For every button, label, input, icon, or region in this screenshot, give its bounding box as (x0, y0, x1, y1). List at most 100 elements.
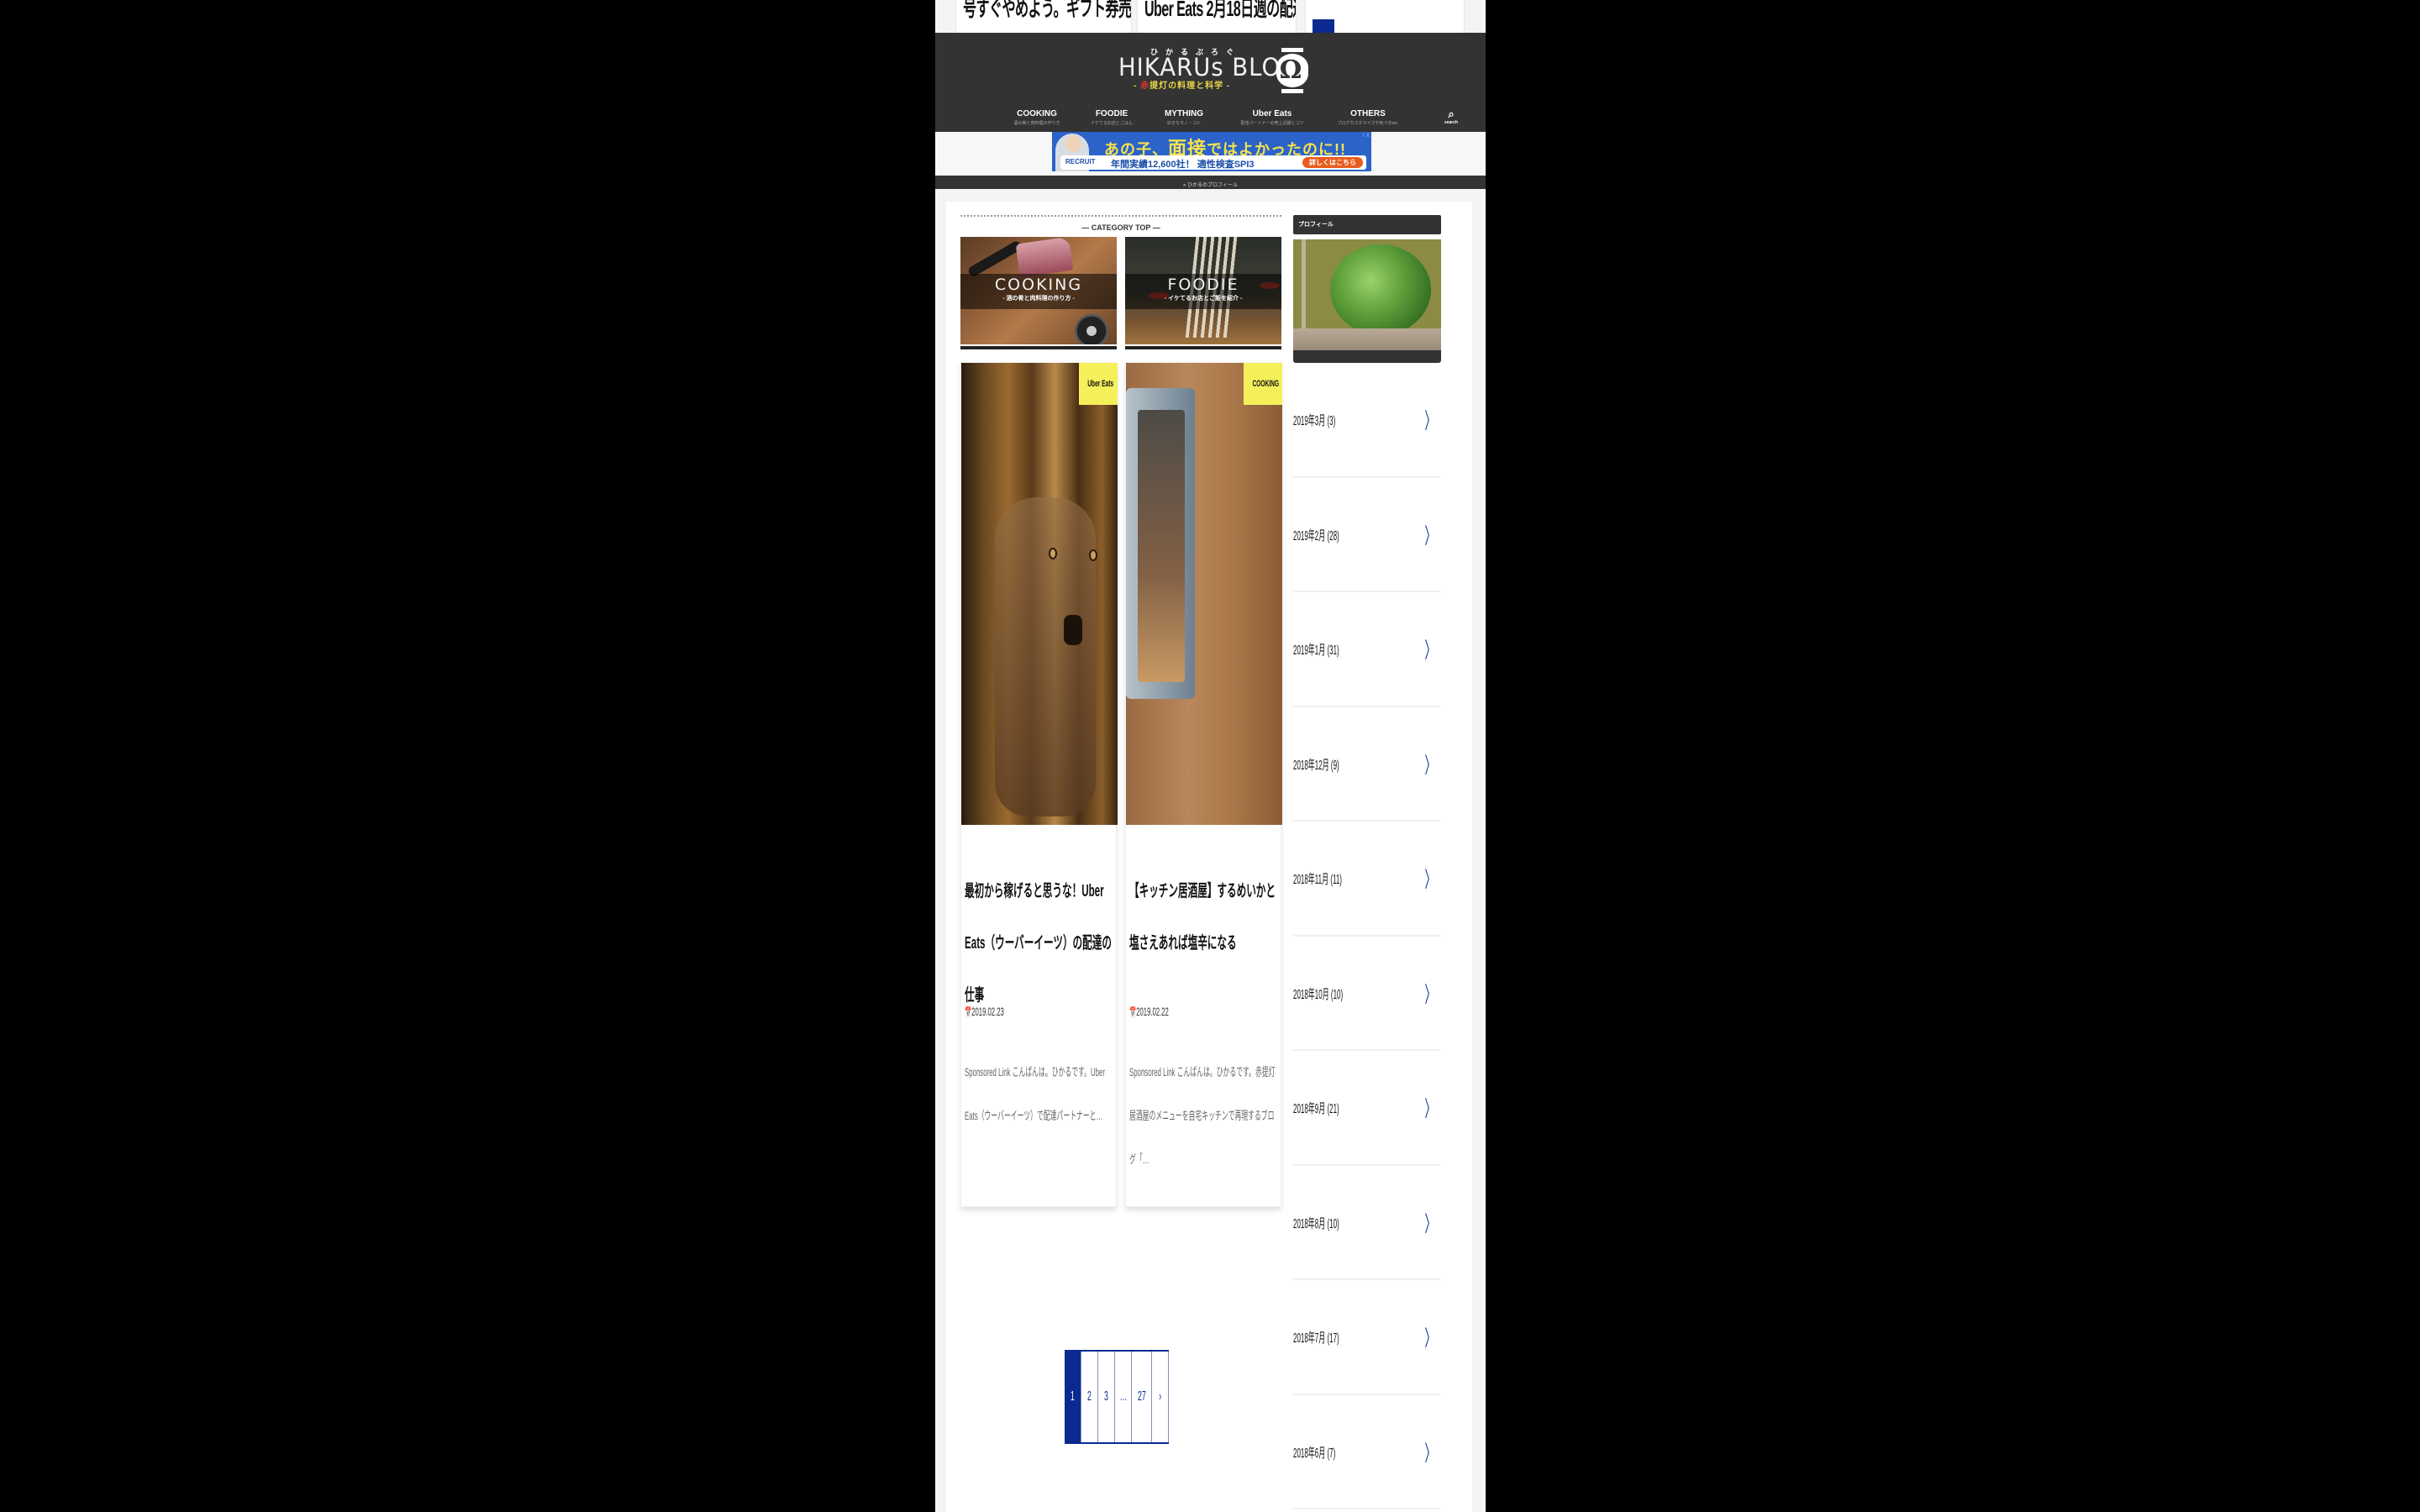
banner-strip (1125, 346, 1281, 349)
logo-text: HIKARUs BLOG (1118, 53, 1300, 81)
carousel-card-title: 号すぐやめよう。ギフト券売買サービ (963, 0, 1132, 21)
carousel-card[interactable] (1305, 0, 1465, 33)
archive-item[interactable]: 2018年8月 (10) 〉 (1293, 1166, 1441, 1280)
carousel-peek: 号すぐやめよう。ギフト券売買サービ Uber Eats 2月18日週の配達数字 (935, 0, 1486, 33)
site-logo[interactable]: ひかるぶろぐ HIKARUs BLOG - 赤提灯の料理と科学 - Ω (1108, 41, 1318, 93)
profile-widget-title: プロフィール (1293, 215, 1441, 234)
sidebar: プロフィール 2019年3月 (3) 〉 2019年2月 (28) 〉 2019年1… (1293, 215, 1441, 1509)
page-gutter (1472, 202, 1486, 1512)
window-sill (1293, 328, 1441, 350)
chevron-right-icon: 〉 (1424, 1440, 1436, 1466)
archive-label: 2018年7月 (17) (1293, 1331, 1339, 1347)
post-excerpt: Sponsored Link こんばんは。ひかるです。赤提灯居酒屋のメニューを自… (1129, 1065, 1276, 1166)
nav-label: OTHERS (1350, 109, 1386, 118)
archive-label: 2018年9月 (21) (1293, 1102, 1339, 1117)
content-wrapper: — CATEGORY TOP — COOKING - 酒の肴と肉料理の作り方 - (946, 202, 1486, 1512)
post-card[interactable]: Uber Eats 最初から稼げると思うな！Uber Eats（ウーバーイーツ）… (960, 362, 1118, 1207)
page-number: … (1119, 1389, 1127, 1404)
nav-sublabel: 酒の肴と肉料理の作り方 (1013, 121, 1060, 126)
nav-item-cooking[interactable]: COOKING 酒の肴と肉料理の作り方 (1007, 109, 1066, 126)
nav-label: COOKING (1017, 109, 1057, 118)
ad-choices-icon[interactable]: i X (1363, 133, 1370, 139)
page-last[interactable]: 27 (1132, 1352, 1152, 1442)
nav-item-mything[interactable]: MYTHING 好きなモノ・コト (1159, 109, 1209, 126)
tagline-prefix: - (1134, 81, 1141, 91)
banner-subtitle: - イケてるお店とご飯を紹介 - (1164, 296, 1243, 302)
search-button[interactable]: ⌕ search (1443, 108, 1460, 125)
page-1[interactable]: 1 (1065, 1352, 1081, 1442)
post-date: 📅2019.02.22 (1129, 1005, 1169, 1018)
banner-subtitle: - 酒の肴と肉料理の作り方 - (1002, 296, 1075, 302)
chevron-right-icon: 〉 (1424, 1210, 1436, 1236)
post-date: 📅2019.02.23 (965, 1005, 1004, 1018)
page-3[interactable]: 3 (1098, 1352, 1115, 1442)
ad-cta-button[interactable]: 詳しくはこちら (1302, 157, 1363, 168)
profile-image[interactable] (1293, 239, 1441, 350)
page-number: 3 (1104, 1389, 1108, 1404)
chevron-right-icon: 〉 (1424, 1096, 1436, 1122)
calendar-icon: 📅 (1129, 1006, 1137, 1018)
ad-illustration-head (1065, 135, 1081, 152)
category-banner-cooking[interactable]: COOKING - 酒の肴と肉料理の作り方 - (960, 237, 1117, 344)
post-excerpt: Sponsored Link こんばんは。ひかるです。Uber Eats（ウーバ… (965, 1065, 1105, 1122)
calendar-icon: 📅 (965, 1006, 972, 1018)
archive-item[interactable]: 2018年6月 (7) 〉 (1293, 1395, 1441, 1509)
post-card-body[interactable]: Uber Eats 最初から稼げると思うな！Uber Eats（ウーバーイーツ）… (960, 362, 1118, 1207)
lantern-logo-icon: Ω (1275, 48, 1310, 93)
knife-image (966, 239, 1023, 278)
category-label-text: Uber Eats (1087, 379, 1114, 389)
archive-item[interactable]: 2018年10月 (10) 〉 (1293, 937, 1441, 1051)
post-title[interactable]: 【キッチン居酒屋】するめいかと塩さえあれば塩辛になる (1129, 865, 1281, 969)
archive-item[interactable]: 2018年12月 (9) 〉 (1293, 707, 1441, 822)
main-column: — CATEGORY TOP — COOKING - 酒の肴と肉料理の作り方 - (960, 215, 1282, 1444)
main-nav: COOKING 酒の肴と肉料理の作り方 FOODIE イケてるお店とごはん MY… (935, 107, 1486, 132)
nav-sublabel: イケてるお店とごはん (1090, 121, 1133, 126)
chevron-right-icon: 〉 (1424, 867, 1436, 893)
meat-image (1015, 237, 1074, 278)
post-date-text: 2019.02.22 (1136, 1005, 1169, 1018)
archive-label: 2018年6月 (7) (1293, 1446, 1336, 1461)
chevron-right-icon: 〉 (1424, 1326, 1436, 1352)
nav-label: Uber Eats (1252, 109, 1292, 118)
archive-item[interactable]: 2019年3月 (3) 〉 (1293, 363, 1441, 478)
nav-item-ubereats[interactable]: Uber Eats 配達パートナーの売上記録とコツ (1234, 109, 1310, 126)
post-card-body[interactable]: COOKING 【キッチン居酒屋】するめいかと塩さえあれば塩辛になる 📅2019… (1125, 362, 1282, 1207)
archive-item[interactable]: 2018年11月 (11) 〉 (1293, 822, 1441, 937)
banner-ad[interactable]: あの子、面接ではよかったのに!! RECRUIT 年間実績12,600社！ 適性… (1052, 132, 1371, 171)
archive-label: 2018年11月 (11) (1293, 873, 1342, 888)
nav-sublabel: 好きなモノ・コト (1166, 121, 1201, 126)
profile-link[interactable]: » ひかるのプロフィール (1183, 183, 1238, 188)
archive-label: 2018年12月 (9) (1293, 758, 1339, 773)
post-thumbnail[interactable]: Uber Eats (961, 363, 1118, 825)
archive-label: 2019年3月 (3) (1293, 414, 1336, 429)
archive-item[interactable]: 2019年2月 (28) 〉 (1293, 478, 1441, 592)
post-title[interactable]: 最初から稼げると思うな！Uber Eats（ウーバーイーツ）の配達の仕事 (965, 865, 1116, 1021)
archive-label: 2019年1月 (31) (1293, 643, 1339, 659)
nav-label: MYTHING (1164, 109, 1204, 118)
banner-overlay: COOKING - 酒の肴と肉料理の作り方 - (960, 274, 1117, 309)
category-label[interactable]: COOKING (1244, 363, 1282, 405)
page-2[interactable]: 2 (1081, 1352, 1098, 1442)
nav-item-others[interactable]: OTHERS ブログカスタマイズや気づきetc. (1330, 109, 1406, 126)
carousel-card[interactable]: Uber Eats 2月18日週の配達数字 (1137, 0, 1297, 33)
page-ellipsis: … (1115, 1352, 1132, 1442)
archive-item[interactable]: 2019年1月 (31) 〉 (1293, 592, 1441, 707)
next-page-button[interactable]: › (1152, 1352, 1169, 1442)
page-number: 27 (1137, 1389, 1146, 1404)
category-banner-foodie[interactable]: FOODIE - イケてるお店とご飯を紹介 - (1125, 237, 1281, 344)
post-card[interactable]: COOKING 【キッチン居酒屋】するめいかと塩さえあれば塩辛になる 📅2019… (1125, 362, 1282, 1207)
ad-copy: 年間実績12,600社！ 適性検査SPI3 (1111, 160, 1255, 170)
page-number: 2 (1087, 1389, 1092, 1404)
logo-tagline: - 赤提灯の料理と科学 - (1134, 78, 1230, 91)
chevron-right-icon: 〉 (1424, 981, 1436, 1007)
carousel-card[interactable]: 号すぐやめよう。ギフト券売買サービ (955, 0, 1132, 33)
category-label[interactable]: Uber Eats (1079, 363, 1118, 405)
lion-face (995, 497, 1096, 816)
category-label-text: COOKING (1252, 379, 1280, 389)
bottle-image (1075, 314, 1108, 344)
archive-item[interactable]: 2018年7月 (17) 〉 (1293, 1280, 1441, 1395)
page: 号すぐやめよう。ギフト券売買サービ Uber Eats 2月18日週の配達数字 … (935, 0, 1486, 1512)
archive-item[interactable]: 2018年9月 (21) 〉 (1293, 1051, 1441, 1166)
nav-item-foodie[interactable]: FOODIE イケてるお店とごはん (1086, 109, 1137, 126)
post-thumbnail[interactable]: COOKING (1126, 363, 1282, 825)
